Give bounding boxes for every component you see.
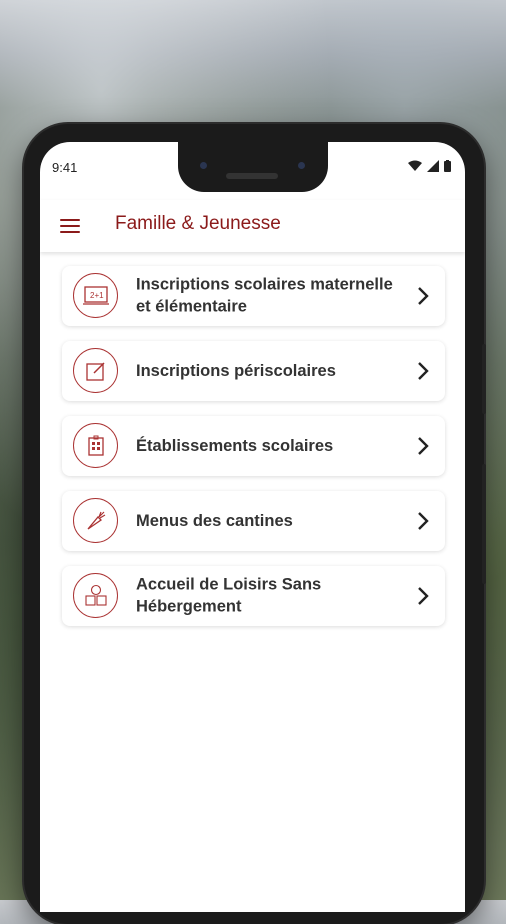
menu-list: 2+1 Inscriptions scolaires maternelle et… bbox=[62, 266, 445, 641]
list-item-label: Établissements scolaires bbox=[136, 436, 334, 455]
list-item-label: Menus des cantines bbox=[136, 511, 293, 530]
list-item-label: Inscriptions périscolaires bbox=[136, 361, 336, 380]
chevron-right-icon bbox=[418, 437, 429, 455]
list-item-alsh[interactable]: Accueil de Loisirs Sans Hébergement bbox=[62, 566, 445, 626]
page-title: Famille & Jeunesse bbox=[115, 213, 281, 234]
list-item-label: Accueil de Loisirs Sans Hébergement bbox=[136, 575, 322, 616]
front-camera bbox=[200, 162, 207, 169]
list-item-inscriptions-scolaires[interactable]: 2+1 Inscriptions scolaires maternelle et… bbox=[62, 266, 445, 326]
hamburger-menu-icon[interactable] bbox=[60, 215, 80, 237]
status-icons bbox=[408, 160, 451, 172]
phone-screen: 9:41 Famille & Jeunesse 2+1 Inscriptions… bbox=[40, 142, 465, 912]
list-item-inscriptions-periscolaires[interactable]: Inscriptions périscolaires bbox=[62, 341, 445, 401]
battery-icon bbox=[444, 160, 451, 172]
school-board-icon: 2+1 bbox=[73, 273, 118, 318]
school-building-icon bbox=[73, 423, 118, 468]
chevron-right-icon bbox=[418, 362, 429, 380]
edit-note-icon bbox=[73, 348, 118, 393]
list-item-etablissements-scolaires[interactable]: Établissements scolaires bbox=[62, 416, 445, 476]
list-item-menus-cantines[interactable]: Menus des cantines bbox=[62, 491, 445, 551]
carrot-icon bbox=[73, 498, 118, 543]
app-bar: Famille & Jeunesse bbox=[40, 200, 465, 252]
sensor bbox=[298, 162, 305, 169]
svg-text:2+1: 2+1 bbox=[90, 291, 104, 300]
volume-button bbox=[482, 464, 486, 584]
status-time: 9:41 bbox=[52, 160, 78, 175]
list-item-label: Inscriptions scolaires maternelle et élé… bbox=[136, 275, 393, 316]
chevron-right-icon bbox=[418, 287, 429, 305]
abc-blocks-icon bbox=[73, 573, 118, 618]
earpiece-speaker bbox=[226, 173, 278, 179]
signal-icon bbox=[427, 160, 439, 172]
wifi-icon bbox=[408, 160, 422, 171]
power-button bbox=[482, 344, 486, 414]
chevron-right-icon bbox=[418, 587, 429, 605]
chevron-right-icon bbox=[418, 512, 429, 530]
camera-notch bbox=[178, 142, 328, 192]
